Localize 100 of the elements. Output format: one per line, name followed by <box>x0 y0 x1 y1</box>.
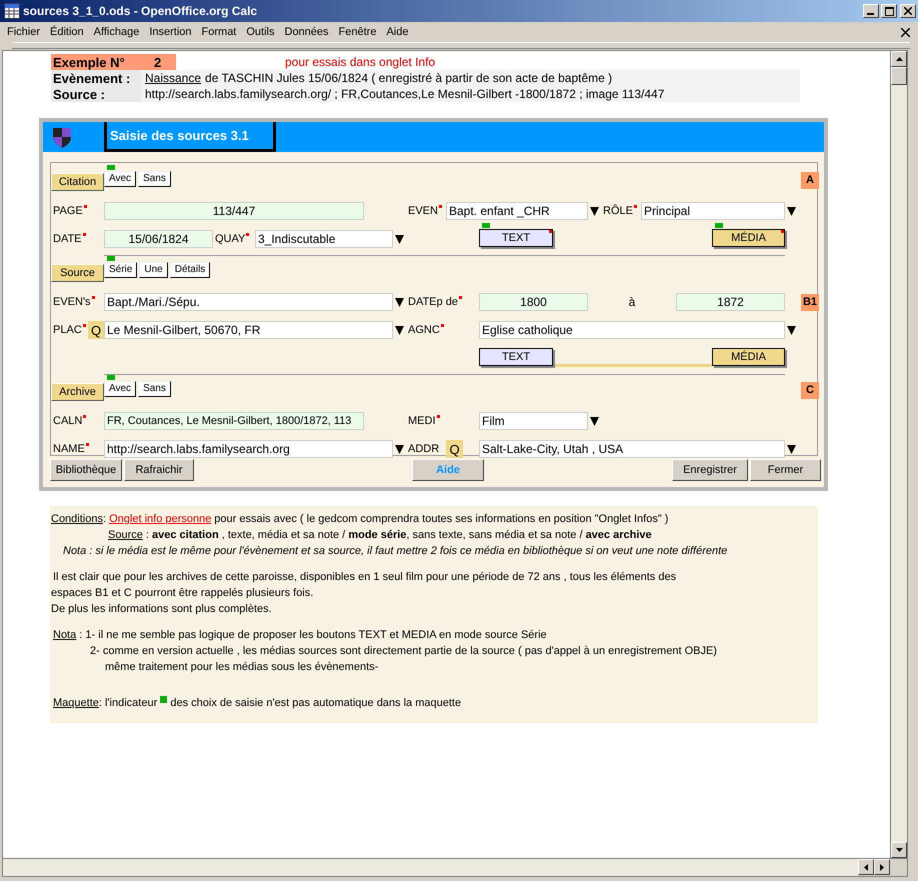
section-tab[interactable]: Archive <box>51 383 104 401</box>
note-line: même traitement pour les médias sous les évènements- <box>104 660 380 675</box>
section-marker: C <box>801 382 819 398</box>
event-type: Naissance <box>145 71 202 85</box>
text-button[interactable]: TEXT <box>479 229 553 247</box>
event-label: Evènement : <box>52 70 132 86</box>
menu-item[interactable]: Affichage <box>88 26 144 38</box>
note-line: Nota : 1- il ne me semble pas logique de proposer les boutons TEXT et MEDIA en mode source Série <box>52 628 548 643</box>
note-line: espaces B1 et C pourront être rappelés plusieurs fois. <box>50 586 314 601</box>
scroll-right-button[interactable] <box>874 859 890 875</box>
spreadsheet-icon <box>4 3 20 19</box>
field-label: NAME <box>51 443 104 455</box>
option-button[interactable]: Une <box>139 262 168 278</box>
menu-item[interactable]: Aide <box>381 26 414 38</box>
close-button[interactable] <box>900 4 916 18</box>
option-button[interactable]: Détails <box>170 262 210 278</box>
source-text: http://search.labs.familysearch.org/ ; FR,Coutances,Le Mesnil-Gilbert -1800/1872 ; image 113/447 <box>145 87 664 101</box>
maximize-icon[interactable] <box>884 6 894 16</box>
combo-field[interactable]: Film <box>479 412 588 430</box>
note-line: Nota : si le média est le même pour l'évènement et sa source, il faut mettre 2 fois ce média en bibliothèque si on veut une note différente <box>62 544 728 559</box>
menu-item[interactable]: Insertion <box>144 26 197 38</box>
field-label: PLAC <box>51 324 88 336</box>
window-title: sources 3_1_0.ods - OpenOffice.org Calc <box>23 4 258 18</box>
up-arrow-icon[interactable] <box>896 57 902 61</box>
field-label: DATE <box>51 233 104 245</box>
scroll-thumb[interactable] <box>891 67 907 85</box>
form-button[interactable]: Enregistrer <box>672 459 748 481</box>
indicator-icon <box>160 696 168 703</box>
minimize-button[interactable] <box>863 4 879 18</box>
form-button[interactable]: Bibliothèque <box>50 459 122 481</box>
form-button[interactable]: Fermer <box>750 459 821 481</box>
left-arrow-icon[interactable] <box>864 864 868 870</box>
right-arrow-icon[interactable] <box>880 864 884 870</box>
field-label: RÔLE <box>601 205 641 217</box>
note-line: Il est clair que pour les archives de cette paroisse, disponibles en 1 seul film pour une période de 72 ans , tous les éléments des <box>52 570 678 585</box>
range-separator: à <box>628 295 636 309</box>
field-label: QUAY <box>213 233 255 245</box>
form-button[interactable]: Rafraichir <box>124 459 194 481</box>
example-label: Exemple N° <box>52 54 126 70</box>
scroll-left-button[interactable] <box>858 859 874 875</box>
readonly-field: 1872 <box>676 293 785 311</box>
note-line: De plus les informations sont plus complètes. <box>50 602 273 617</box>
combo-field[interactable]: Bapt. enfant _CHR <box>446 202 588 220</box>
section-marker: B1 <box>801 294 819 310</box>
lookup-button[interactable]: Q <box>446 440 463 458</box>
scroll-down-button[interactable] <box>891 842 907 858</box>
menu-item[interactable]: Édition <box>45 26 89 38</box>
readonly-field: 113/447 <box>104 202 364 220</box>
field-label: MEDI <box>406 415 479 427</box>
option-button[interactable]: Sans <box>138 380 171 396</box>
option-button[interactable]: Avec <box>104 170 136 186</box>
section-tab[interactable]: Source <box>51 264 104 282</box>
option-button[interactable]: Série <box>104 262 138 278</box>
field-label: AGNC <box>406 324 479 336</box>
option-button[interactable]: Avec <box>104 380 136 396</box>
dropdown-icon[interactable] <box>590 416 599 426</box>
field-label: EVEN <box>406 205 446 217</box>
readonly-field: 15/06/1824 <box>104 230 213 248</box>
dropdown-icon[interactable] <box>395 326 404 334</box>
dropdown-icon[interactable] <box>787 326 796 334</box>
menu-item[interactable]: Données <box>280 26 334 38</box>
field-label: PAGE <box>51 205 104 217</box>
lookup-button[interactable]: Q <box>88 321 104 339</box>
note-line: Conditions: Onglet info personne pour essais avec ( le gedcom comprendra toutes ses informations en position "Onglet Infos" ) <box>50 512 670 527</box>
combo-field[interactable]: 3_Indiscutable <box>255 230 393 248</box>
close-icon[interactable] <box>901 28 910 37</box>
shield-icon <box>52 126 72 148</box>
section-tab[interactable]: Citation <box>51 173 104 191</box>
combo-field[interactable]: Eglise catholique <box>479 321 785 339</box>
combo-field[interactable]: Bapt./Mari./Sépu. <box>104 293 393 311</box>
option-button[interactable]: Sans <box>138 170 171 186</box>
down-arrow-icon[interactable] <box>896 848 902 852</box>
dropdown-icon[interactable] <box>395 444 404 454</box>
menu-item[interactable]: Fenêtre <box>334 26 382 38</box>
combo-field[interactable]: Principal <box>641 202 785 220</box>
maximize-button[interactable] <box>881 4 897 18</box>
dropdown-icon[interactable] <box>787 444 796 454</box>
menu-item[interactable]: Format <box>196 26 242 38</box>
media-button[interactable]: MÉDIA <box>712 348 785 366</box>
media-button[interactable]: MÉDIA <box>712 229 785 247</box>
menu-item[interactable]: Outils <box>241 26 280 38</box>
combo-field[interactable]: http://search.labs.familysearch.org <box>104 440 393 458</box>
dropdown-icon[interactable] <box>787 206 796 216</box>
menu-item[interactable]: Fichier <box>2 26 46 38</box>
scroll-up-button[interactable] <box>891 51 907 67</box>
info-note: pour essais dans onglet Info <box>285 55 436 69</box>
form-title: Saisie des sources 3.1 <box>104 122 276 152</box>
text-button[interactable]: TEXT <box>479 348 553 366</box>
toolbar-handle[interactable] <box>12 42 910 49</box>
combo-field[interactable]: Le Mesnil-Gilbert, 50670, FR <box>104 321 393 339</box>
dropdown-icon[interactable] <box>395 298 404 306</box>
field-label: CALN <box>51 415 104 427</box>
dropdown-icon[interactable] <box>395 234 404 244</box>
vertical-scrollbar[interactable] <box>890 51 907 858</box>
field-label: DATEp de <box>406 296 479 308</box>
combo-field[interactable]: Salt-Lake-City, Utah , USA <box>479 440 785 458</box>
close-icon[interactable] <box>904 7 912 15</box>
link[interactable]: Onglet info personne <box>109 513 212 525</box>
example-number: 2 <box>154 54 162 70</box>
dropdown-icon[interactable] <box>590 206 599 216</box>
